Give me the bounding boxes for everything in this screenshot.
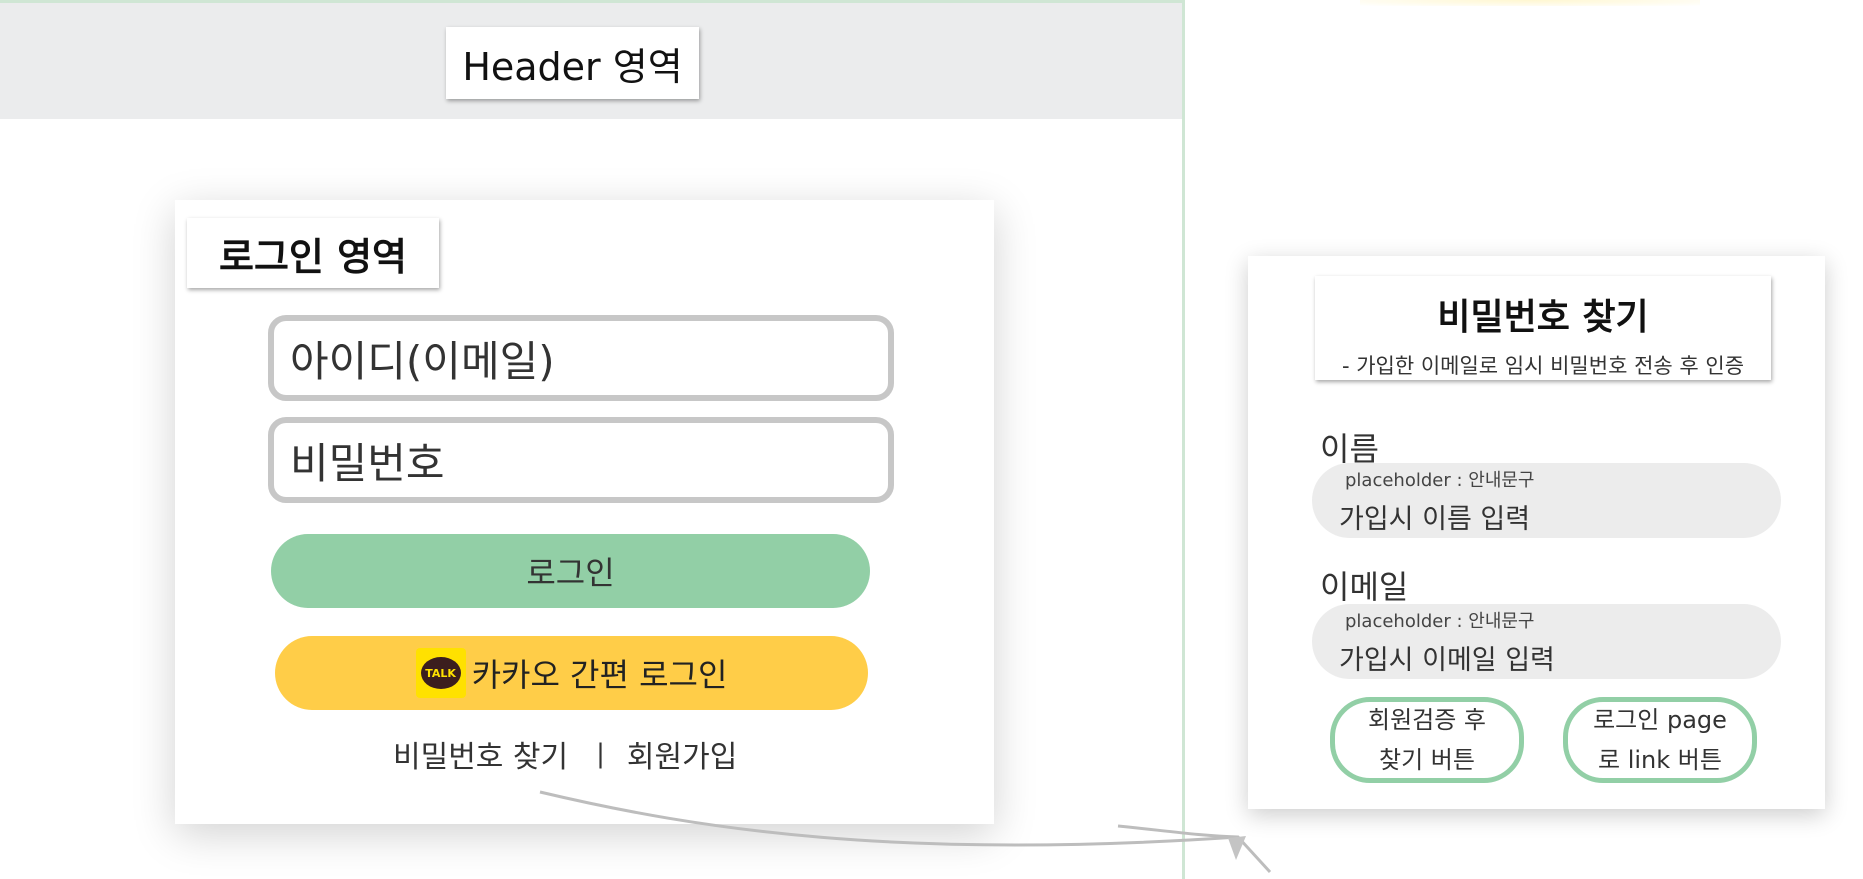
signup-link[interactable]: 회원가입 <box>627 732 737 776</box>
email-label: 이메일 <box>1320 568 1409 606</box>
kakao-talk-icon: TALK <box>415 648 466 698</box>
header-area-label: Header 영역 <box>446 27 699 99</box>
login-bottom-links: 비밀번호 찾기 | 회원가입 <box>393 732 737 776</box>
password-input[interactable]: 비밀번호 <box>268 417 894 503</box>
login-page-link-button[interactable]: 로그인 page 로 link 버튼 <box>1563 697 1757 783</box>
kakao-talk-icon-text: TALK <box>420 657 461 689</box>
kakao-login-label: 카카오 간편 로그인 <box>471 656 728 694</box>
login-area-label: 로그인 영역 <box>187 218 439 288</box>
find-password-header: 비밀번호 찾기 - 가입한 이메일로 임시 비밀번호 전송 후 인증 <box>1315 276 1771 380</box>
id-email-input[interactable]: 아이디(이메일) <box>268 315 894 401</box>
verify-and-find-button[interactable]: 회원검증 후 찾기 버튼 <box>1330 697 1524 783</box>
link-separator: | <box>596 739 605 769</box>
login-button[interactable]: 로그인 <box>271 534 870 608</box>
find-password-link[interactable]: 비밀번호 찾기 <box>393 732 568 776</box>
login-button-label: 로그인 <box>526 554 615 592</box>
id-email-placeholder: 아이디(이메일) <box>290 336 555 386</box>
email-placeholder-note: placeholder : 안내문구 <box>1345 611 1535 632</box>
find-password-subtitle: - 가입한 이메일로 임시 비밀번호 전송 후 인증 <box>1341 354 1745 378</box>
find-password-title: 비밀번호 찾기 <box>1437 297 1649 338</box>
name-placeholder: 가입시 이름 입력 <box>1339 504 1531 535</box>
login-link-button-line2: 로 link 버튼 <box>1598 746 1722 774</box>
verify-button-line2: 찾기 버튼 <box>1379 746 1475 774</box>
password-placeholder: 비밀번호 <box>290 438 445 488</box>
name-placeholder-note: placeholder : 안내문구 <box>1345 470 1535 491</box>
email-placeholder: 가입시 이메일 입력 <box>1339 645 1555 676</box>
kakao-login-button[interactable]: TALK 카카오 간편 로그인 <box>275 636 868 710</box>
top-glow-decoration <box>1360 0 1700 6</box>
email-input[interactable]: placeholder : 안내문구 가입시 이메일 입력 <box>1312 604 1781 679</box>
login-panel <box>175 200 994 824</box>
name-input[interactable]: placeholder : 안내문구 가입시 이름 입력 <box>1312 463 1781 538</box>
login-link-button-line1: 로그인 page <box>1593 706 1727 734</box>
verify-button-line1: 회원검증 후 <box>1367 706 1487 734</box>
